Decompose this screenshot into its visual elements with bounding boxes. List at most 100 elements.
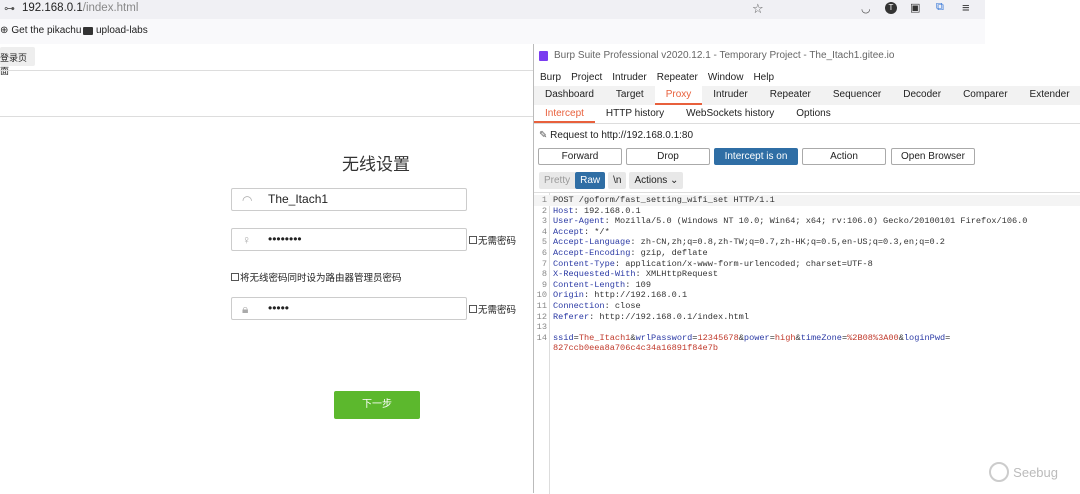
menu-burp[interactable]: Burp xyxy=(540,72,561,83)
divider xyxy=(0,70,533,71)
main-tabs: Dashboard Target Proxy Intruder Repeater… xyxy=(534,86,1080,105)
line-number: 11 xyxy=(536,300,547,311)
checkbox-box[interactable] xyxy=(469,236,477,244)
subtab-options[interactable]: Options xyxy=(785,105,841,123)
url-text[interactable]: 192.168.0.1/index.html xyxy=(22,2,138,14)
star-icon[interactable]: ☆ xyxy=(752,1,764,17)
header-value: : XMLHttpRequest xyxy=(635,269,719,280)
ssid-input[interactable]: ◠ The_Itach1 xyxy=(231,188,467,211)
menu-project[interactable]: Project xyxy=(571,72,602,83)
param-value: %2B08%3A00 xyxy=(847,332,899,343)
line-number: 1 xyxy=(541,195,547,205)
line-number: 3 xyxy=(541,216,547,227)
puzzle-icon[interactable]: ⧉ xyxy=(936,1,944,14)
actions-dropdown[interactable]: Actions ⌄ xyxy=(629,172,684,189)
header-name: Accept xyxy=(553,226,584,237)
key-icon: ♀ xyxy=(242,233,251,247)
bookmark-upload-labs[interactable]: upload-labs xyxy=(83,25,148,36)
drop-button[interactable]: Drop xyxy=(626,148,710,165)
request-target-text: Request to http://192.168.0.1:80 xyxy=(550,130,694,141)
bookmarks-bar: ⊕ Get the pikachu upload-labs xyxy=(0,19,985,44)
pocket-icon[interactable]: ◡ xyxy=(861,2,871,15)
tab-intruder[interactable]: Intruder xyxy=(702,86,758,105)
request-line: 6 Accept-Encoding: gzip, deflate xyxy=(534,248,1080,259)
intercept-toggle-button[interactable]: Intercept is on xyxy=(714,148,798,165)
line-number: 7 xyxy=(541,258,547,269)
tab-target[interactable]: Target xyxy=(605,86,655,105)
admin-password-input[interactable]: 🔒︎ ••••• xyxy=(231,297,467,320)
checkbox-box[interactable] xyxy=(469,305,477,313)
param-value: high xyxy=(774,332,796,343)
subtab-websockets-history[interactable]: WebSockets history xyxy=(675,105,785,123)
tab-dashboard[interactable]: Dashboard xyxy=(534,86,605,105)
menu-intruder[interactable]: Intruder xyxy=(612,72,646,83)
request-line: 2 Host: 192.168.0.1 xyxy=(534,206,1080,217)
param-value: 12345678 xyxy=(697,332,739,343)
param-name: loginPwd xyxy=(903,332,946,343)
menu-help[interactable]: Help xyxy=(753,72,774,83)
param-name: timeZone xyxy=(800,332,842,343)
line-text: X-Requested-With: XMLHttpRequest xyxy=(553,269,718,280)
seebug-logo-icon xyxy=(989,462,1010,482)
tab-proxy[interactable]: Proxy xyxy=(654,86,703,105)
header-value: : zh-CN,zh;q=0.8,zh-TW;q=0.7,zh-HK;q=0.5… xyxy=(630,237,945,248)
body-text: ssid=The_Itach1&wrlPassword=12345678&pow… xyxy=(553,332,951,343)
bookmark-pikachu[interactable]: ⊕ Get the pikachu xyxy=(0,25,81,36)
line-number: 6 xyxy=(541,247,547,258)
header-name: Connection xyxy=(553,300,605,311)
header-name: Host xyxy=(553,205,574,216)
tab-extender[interactable]: Extender xyxy=(1019,86,1080,105)
line-number: 10 xyxy=(536,290,547,301)
watermark-text: Seebug xyxy=(1013,464,1058,480)
tab-comparer[interactable]: Comparer xyxy=(952,86,1018,105)
raw-toggle[interactable]: Raw xyxy=(575,172,606,189)
globe-icon: ⊕ xyxy=(0,25,9,36)
bookmark-label: upload-labs xyxy=(96,25,148,36)
action-button[interactable]: Action xyxy=(802,148,886,165)
param-name: power xyxy=(743,332,770,343)
menu-bar: Burp Project Intruder Repeater Window He… xyxy=(534,68,774,86)
tab-decoder[interactable]: Decoder xyxy=(892,86,952,105)
pretty-toggle[interactable]: Pretty xyxy=(539,172,576,189)
seebug-watermark: Seebug xyxy=(989,462,1058,482)
header-value: : 192.168.0.1 xyxy=(573,205,641,216)
menu-repeater[interactable]: Repeater xyxy=(657,72,698,83)
tab-sequencer[interactable]: Sequencer xyxy=(822,86,892,105)
open-browser-button[interactable]: Open Browser xyxy=(891,148,975,165)
request-line-text: POST /goform/fast_setting_wifi_set HTTP/… xyxy=(553,195,775,205)
param-name: ssid xyxy=(553,332,574,343)
url-bar[interactable]: ⊶ 192.168.0.1/index.html ☆ ◡ T ▣ ⧉ ≡ xyxy=(0,0,985,19)
line-text: Origin: http://192.168.0.1 xyxy=(553,290,687,301)
page-title: 无线设置 xyxy=(342,155,410,174)
forward-button[interactable]: Forward xyxy=(538,148,622,165)
request-line: 4 Accept: */* xyxy=(534,227,1080,238)
menu-window[interactable]: Window xyxy=(708,72,744,83)
extension-icon[interactable]: ▣ xyxy=(910,1,920,14)
header-name: Content-Type xyxy=(553,258,615,269)
divider xyxy=(0,116,533,117)
newline-toggle[interactable]: \n xyxy=(608,172,627,189)
no-password-checkbox[interactable]: 无需密码 xyxy=(469,233,516,247)
request-editor[interactable]: 1 POST /goform/fast_setting_wifi_set HTTP… xyxy=(534,192,1080,494)
account-icon[interactable]: T xyxy=(885,2,897,14)
header-name: Referer xyxy=(553,311,590,322)
wifi-password-input[interactable]: ♀ •••••••• xyxy=(231,228,467,251)
param-name: wrlPassword xyxy=(635,332,693,343)
header-value: : */* xyxy=(583,226,610,237)
checkbox-box[interactable] xyxy=(231,273,239,281)
line-text: Host: 192.168.0.1 xyxy=(553,206,641,217)
key-icon: ⊶ xyxy=(4,3,15,15)
line-text: User-Agent: Mozilla/5.0 (Windows NT 10.0… xyxy=(553,216,1027,227)
next-button[interactable]: 下一步 xyxy=(334,391,420,419)
login-page-tab[interactable]: 登录页面 xyxy=(0,47,35,76)
subtab-intercept[interactable]: Intercept xyxy=(534,105,595,123)
menu-icon[interactable]: ≡ xyxy=(962,0,970,15)
subtab-http-history[interactable]: HTTP history xyxy=(595,105,675,123)
admin-no-password-checkbox[interactable]: 无需密码 xyxy=(469,302,516,316)
request-line: 1 POST /goform/fast_setting_wifi_set HTTP… xyxy=(534,195,1080,206)
line-text: Accept-Encoding: gzip, deflate xyxy=(553,248,708,259)
tab-repeater[interactable]: Repeater xyxy=(759,86,822,105)
line-text: Content-Length: 109 xyxy=(553,280,651,291)
same-password-checkbox[interactable]: 将无线密码同时设为路由器管理员密码 xyxy=(231,270,402,284)
param-value: The_Itach1 xyxy=(578,332,631,343)
